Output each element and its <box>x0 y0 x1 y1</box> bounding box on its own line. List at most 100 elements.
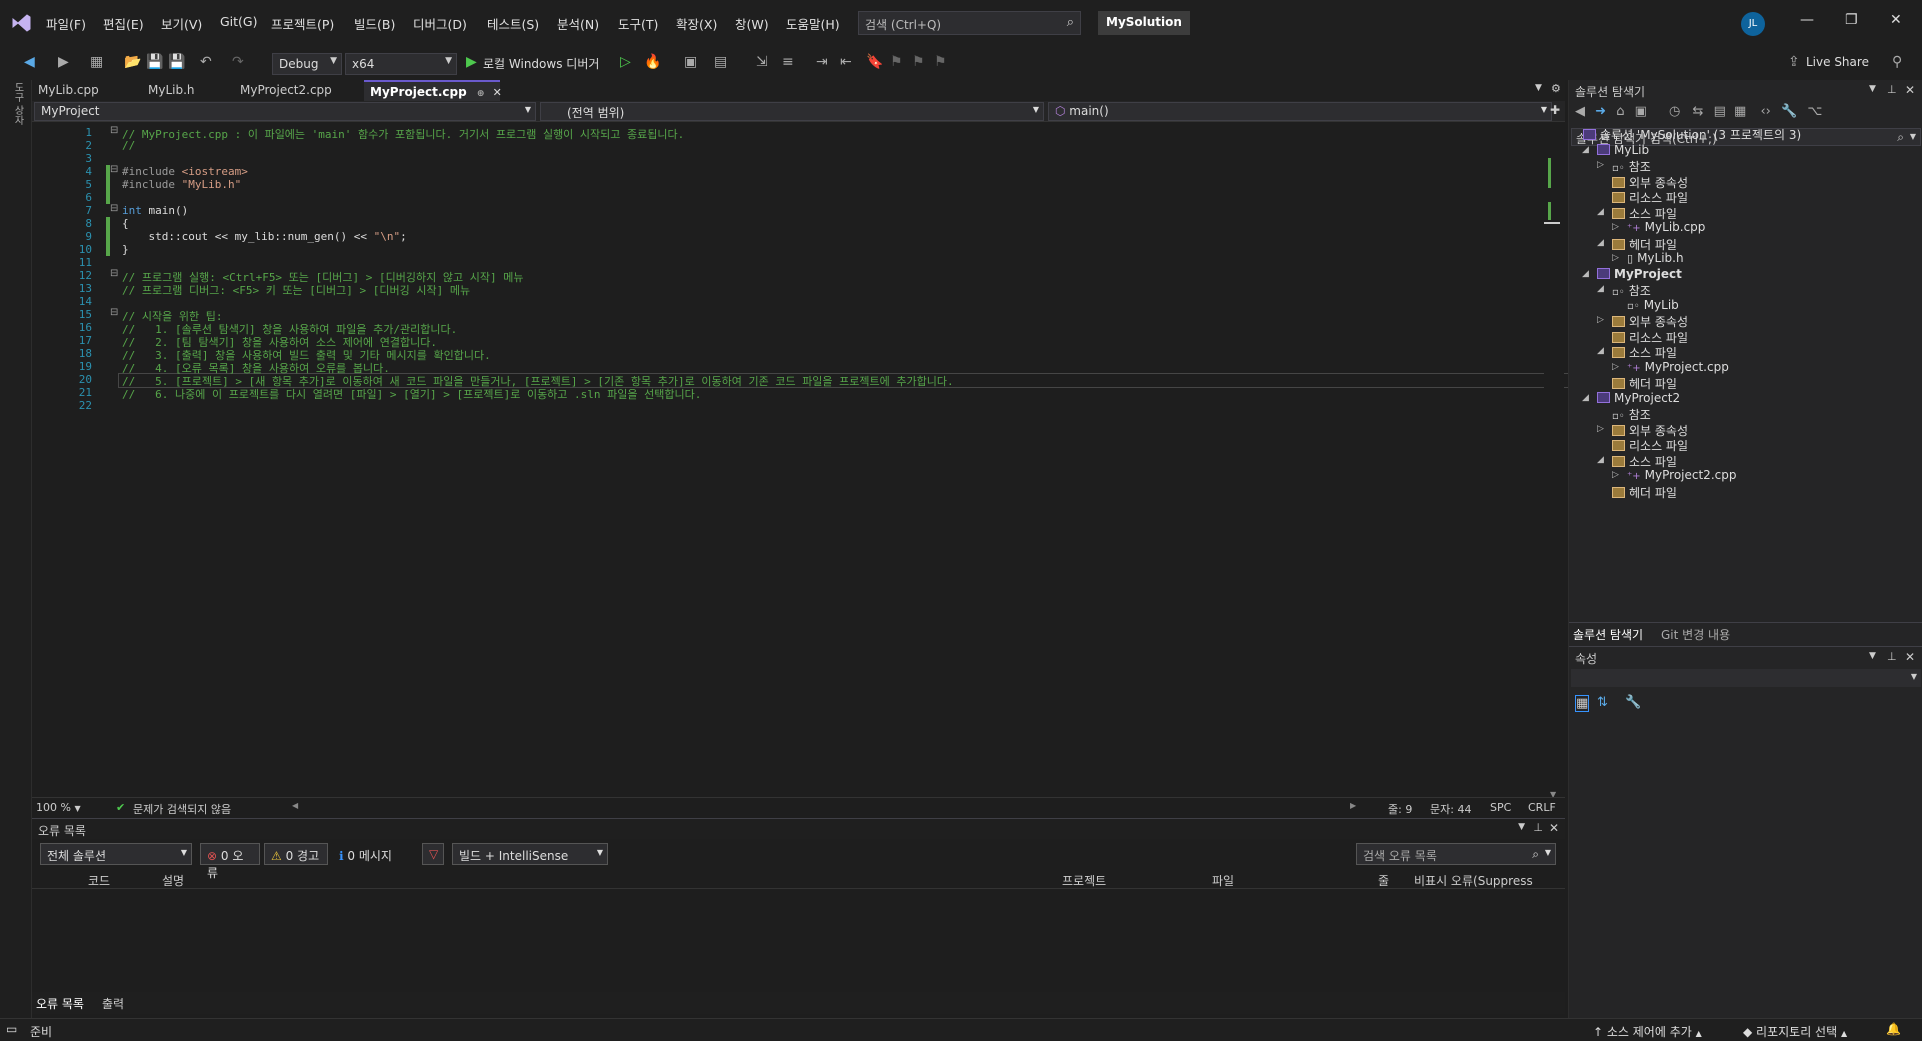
solution-root[interactable]: 솔루션 'MySolution' (3 프로젝트의 3) <box>1583 126 1801 143</box>
restore-icon[interactable]: ❐ <box>1845 12 1858 28</box>
menu-analyze[interactable]: 분석(N) <box>557 14 599 33</box>
issues-status[interactable]: 문제가 검색되지 않음 <box>133 801 231 817</box>
tab-mylib-cpp[interactable]: MyLib.cpp <box>32 80 142 101</box>
menu-file[interactable]: 파일(F) <box>46 14 86 33</box>
wrench-icon[interactable]: 🔧 <box>1781 104 1797 119</box>
expanded-icon[interactable]: ◢ <box>1582 269 1589 279</box>
whitespace-indicator[interactable]: SPC <box>1490 801 1511 814</box>
tree-item[interactable]: ▫◦ MyLib <box>1627 298 1679 312</box>
menu-extensions[interactable]: 확장(X) <box>676 14 717 33</box>
expanded-icon[interactable]: ◢ <box>1597 238 1604 248</box>
tree-item[interactable]: 외부 종속성 <box>1612 422 1688 439</box>
categorized-icon[interactable]: ▦ <box>1575 695 1590 712</box>
expanded-icon[interactable]: ◢ <box>1582 393 1589 403</box>
menu-debug[interactable]: 디버그(D) <box>413 14 467 33</box>
tab-output[interactable]: 출력 <box>102 995 124 1012</box>
close-icon[interactable]: ✕ <box>1549 821 1559 835</box>
close-icon[interactable]: ✕ <box>493 86 502 99</box>
sync-icon[interactable]: ⇆ <box>1693 104 1704 119</box>
pin-icon[interactable]: ⊕ <box>477 89 485 99</box>
properties-object-select[interactable]: ▼ <box>1571 669 1921 687</box>
project-scope-select[interactable]: MyProject ▼ <box>34 102 536 121</box>
messages-filter-button[interactable]: ℹ 0 메시지 <box>332 843 408 865</box>
tree-item[interactable]: MyLib <box>1597 143 1649 157</box>
line-ending-indicator[interactable]: CRLF <box>1528 801 1556 814</box>
live-share-button[interactable]: Live Share <box>1806 55 1869 69</box>
align-icon[interactable]: ≡ <box>782 54 794 70</box>
column-code[interactable]: 코드 <box>88 872 110 889</box>
scroll-left-icon[interactable]: ◀ <box>292 801 298 810</box>
toolbox-tab[interactable]: 도구 상자 <box>10 82 25 125</box>
member-select[interactable]: ⬡ main() ▼ <box>1048 102 1552 121</box>
indent-icon[interactable]: ⇥ <box>816 54 828 70</box>
open-file-icon[interactable]: 📂 <box>124 54 141 70</box>
close-icon[interactable]: ✕ <box>1890 12 1902 28</box>
hot-reload-icon[interactable]: 🔥 <box>644 54 661 70</box>
scope-select[interactable]: 전체 솔루션 ▼ <box>40 843 192 865</box>
tree-item[interactable]: 리소스 파일 <box>1612 189 1688 206</box>
menu-git[interactable]: Git(G) <box>220 14 258 29</box>
live-share-icon[interactable]: ⇪ <box>1788 54 1800 70</box>
collapse-icon[interactable]: ⊟ <box>110 307 118 318</box>
pin-icon[interactable]: ⊥ <box>1887 650 1897 663</box>
tab-git-changes[interactable]: Git 변경 내용 <box>1661 626 1730 643</box>
minimize-icon[interactable]: — <box>1800 12 1814 28</box>
collapse-icon[interactable]: ⊟ <box>110 125 118 136</box>
bookmark-clear-icon[interactable]: ⚑ <box>934 54 947 70</box>
scroll-right-icon[interactable]: ▶ <box>1350 801 1356 810</box>
show-all-files-icon[interactable]: ▦ <box>1734 104 1746 119</box>
save-icon[interactable]: 💾 <box>146 54 163 70</box>
tab-myproject2-cpp[interactable]: MyProject2.cpp <box>234 80 364 101</box>
zoom-select[interactable]: 100 % ▼ <box>36 801 81 814</box>
notification-icon[interactable]: 🔔 <box>1886 1022 1901 1036</box>
tree-item[interactable]: 헤더 파일 <box>1612 484 1677 501</box>
tree-item[interactable]: MyProject2 <box>1597 391 1680 405</box>
error-search-input[interactable]: 검색 오류 목록 ⌕ ▼ <box>1356 843 1556 865</box>
bookmark-prev-icon[interactable]: ⚑ <box>890 54 903 70</box>
switch-views-icon[interactable]: ▣ <box>1635 104 1647 119</box>
collapsed-icon[interactable]: ▷ <box>1597 424 1604 434</box>
undo-icon[interactable]: ↶ <box>200 54 212 70</box>
home-icon[interactable]: ⌂ <box>1616 104 1624 119</box>
redo-icon[interactable]: ↷ <box>232 54 244 70</box>
add-to-source-control-button[interactable]: ↑ 소스 제어에 추가 ▲ <box>1593 1023 1702 1040</box>
column-project[interactable]: 프로젝트 <box>1062 872 1106 889</box>
start-without-debug-icon[interactable]: ▷ <box>620 54 631 70</box>
preview-icon[interactable]: ⌥ <box>1807 104 1822 119</box>
collapsed-icon[interactable]: ▷ <box>1612 253 1619 263</box>
alphabetical-icon[interactable]: ⇅ <box>1597 695 1608 710</box>
chevron-down-icon[interactable]: ▼ <box>1869 84 1876 94</box>
collapse-icon[interactable]: ⊟ <box>110 164 118 175</box>
vertical-scrollbar[interactable]: ▼ <box>1544 122 1564 802</box>
back-icon[interactable]: ◀ <box>1575 104 1585 119</box>
collapsed-icon[interactable]: ▷ <box>1597 315 1604 325</box>
menu-tools[interactable]: 도구(T) <box>618 14 658 33</box>
tree-item[interactable]: ⁺+ MyProject.cpp <box>1627 360 1729 374</box>
menu-test[interactable]: 테스트(S) <box>487 14 539 33</box>
search-input[interactable]: 검색 (Ctrl+Q) ⌕ <box>858 11 1081 35</box>
code-icon[interactable]: ‹› <box>1760 104 1770 119</box>
feedback-icon[interactable]: ⚲ <box>1892 54 1902 70</box>
config-select[interactable]: Debug ▼ <box>272 53 342 75</box>
chevron-down-icon[interactable]: ▼ <box>1869 651 1876 661</box>
outdent-icon[interactable]: ⇤ <box>840 54 852 70</box>
platform-select[interactable]: x64 ▼ <box>345 53 457 75</box>
tree-item[interactable]: 리소스 파일 <box>1612 437 1688 454</box>
menu-edit[interactable]: 편집(E) <box>103 14 144 33</box>
close-icon[interactable]: ✕ <box>1905 650 1915 664</box>
property-pages-icon[interactable]: 🔧 <box>1625 695 1641 710</box>
tab-mylib-h[interactable]: MyLib.h <box>142 80 234 101</box>
pin-icon[interactable]: ⊥ <box>1887 83 1897 96</box>
step-icon[interactable]: ⇲ <box>756 54 768 70</box>
start-debug-icon[interactable]: ▶ <box>466 54 477 70</box>
warnings-filter-button[interactable]: ⚠ 0 경고 <box>264 843 328 865</box>
gear-icon[interactable]: ⚙ <box>1551 82 1561 95</box>
column-suppression[interactable]: 비표시 오류(Suppress <box>1414 872 1533 889</box>
tree-item[interactable]: ⁺+ MyProject2.cpp <box>1627 468 1736 482</box>
collapse-icon[interactable]: ⊟ <box>110 203 118 214</box>
tree-item[interactable]: ▫◦ 참조 <box>1612 406 1651 423</box>
expanded-icon[interactable]: ◢ <box>1582 145 1589 155</box>
filter-icon[interactable]: ▽ <box>422 843 444 865</box>
collapsed-icon[interactable]: ▷ <box>1612 362 1619 372</box>
collapsed-icon[interactable]: ▷ <box>1612 222 1619 232</box>
